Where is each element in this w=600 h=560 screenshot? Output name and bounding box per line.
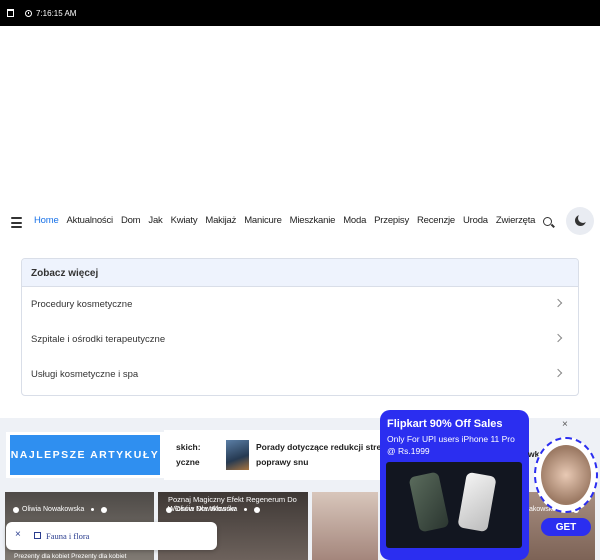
user-icon bbox=[166, 506, 172, 513]
nav-item-home[interactable]: Home bbox=[34, 215, 59, 226]
card-footer-text: Prezenty dla kobiet Prezenty dla kobiet bbox=[14, 553, 127, 560]
nav-item-mieszkanie[interactable]: Mieszkanie bbox=[290, 215, 336, 226]
nav-item-uroda[interactable]: Uroda bbox=[463, 215, 488, 226]
clock-icon bbox=[101, 506, 108, 513]
separator-dot bbox=[244, 508, 248, 511]
nav-item-makijaz[interactable]: Makijaż bbox=[205, 215, 236, 226]
see-more-row-label: Procedury kosmetyczne bbox=[31, 299, 133, 310]
calendar-icon bbox=[7, 9, 14, 17]
nav-item-recenzje[interactable]: Recenzje bbox=[417, 215, 455, 226]
category-pill[interactable]: × Fauna i flora bbox=[6, 522, 217, 550]
article-strip: skich: yczne Porady dotyczące redukcji s… bbox=[164, 430, 384, 480]
separator-dot bbox=[91, 508, 95, 511]
chevron-right-icon bbox=[553, 333, 563, 343]
nav-item-jak[interactable]: Jak bbox=[148, 215, 162, 226]
ad-banner[interactable]: Flipkart 90% Off Sales Only For UPI user… bbox=[380, 410, 529, 560]
ad-product-circle[interactable] bbox=[534, 437, 598, 513]
page: 7:16:15 AM Home Aktualności Dom Jak Kwia… bbox=[0, 0, 600, 560]
dark-mode-toggle[interactable] bbox=[566, 207, 594, 235]
chevron-right-icon bbox=[553, 368, 563, 378]
category-icon bbox=[34, 532, 41, 539]
ad-subtitle: Only For UPI users iPhone 11 Pro @ Rs.19… bbox=[387, 434, 515, 456]
phone-thumbnail bbox=[541, 445, 591, 505]
chevron-right-icon bbox=[553, 298, 563, 308]
see-more-row[interactable]: Usługi kosmetyczne i spa bbox=[22, 357, 578, 392]
nav-items: Home Aktualności Dom Jak Kwiaty Makijaż … bbox=[34, 215, 543, 226]
article-thumbnail[interactable] bbox=[226, 440, 249, 470]
see-more-row[interactable]: Procedury kosmetyczne bbox=[22, 287, 578, 322]
category-label: Fauna i flora bbox=[46, 531, 90, 541]
close-icon[interactable]: × bbox=[15, 529, 21, 540]
menu-icon[interactable] bbox=[11, 217, 22, 228]
see-more-title: Zobacz więcej bbox=[22, 259, 578, 287]
see-more-row-label: Szpitale i ośrodki terapeutyczne bbox=[31, 334, 166, 345]
nav-item-przepisy[interactable]: Przepisy bbox=[374, 215, 409, 226]
best-articles-button[interactable]: NAJLEPSZE ARTYKUŁY bbox=[10, 435, 160, 475]
see-more-box: Zobacz więcej Procedury kosmetyczne Szpi… bbox=[21, 258, 579, 396]
article-card[interactable] bbox=[312, 492, 378, 560]
card-author: Oliwia Nowakowska bbox=[175, 506, 238, 513]
clock-icon bbox=[254, 506, 261, 513]
ad-title: Flipkart 90% Off Sales bbox=[387, 418, 503, 430]
current-time: 7:16:15 AM bbox=[36, 8, 77, 18]
card-author: Oliwia Nowakowska bbox=[22, 506, 85, 513]
card-meta: Oliwia Nowakowska bbox=[13, 506, 108, 513]
article-title-partial[interactable]: skich: yczne bbox=[176, 440, 201, 470]
nav-item-dom[interactable]: Dom bbox=[121, 215, 141, 226]
nav-item-kwiaty[interactable]: Kwiaty bbox=[171, 215, 198, 226]
ad-close-icon[interactable]: × bbox=[562, 419, 568, 430]
see-more-row[interactable]: Szpitale i ośrodki terapeutyczne bbox=[22, 322, 578, 357]
see-more-row-label: Usługi kosmetyczne i spa bbox=[31, 369, 139, 380]
ad-image bbox=[386, 462, 522, 548]
nav-item-aktualnosci[interactable]: Aktualności bbox=[67, 215, 114, 226]
nav-item-moda[interactable]: Moda bbox=[343, 215, 366, 226]
main-nav: Home Aktualności Dom Jak Kwiaty Makijaż … bbox=[0, 205, 600, 241]
top-bar: 7:16:15 AM bbox=[0, 0, 600, 26]
clock-icon bbox=[25, 9, 32, 17]
card-meta: Oliwia Nowakowska bbox=[166, 506, 261, 513]
article-title[interactable]: Porady dotyczące redukcji stres poprawy … bbox=[256, 440, 384, 470]
nav-item-manicure[interactable]: Manicure bbox=[244, 215, 282, 226]
nav-item-zwierzeta[interactable]: Zwierzęta bbox=[496, 215, 536, 226]
user-icon bbox=[13, 506, 19, 513]
search-icon[interactable] bbox=[543, 217, 552, 226]
ad-get-button[interactable]: GET bbox=[541, 518, 591, 536]
